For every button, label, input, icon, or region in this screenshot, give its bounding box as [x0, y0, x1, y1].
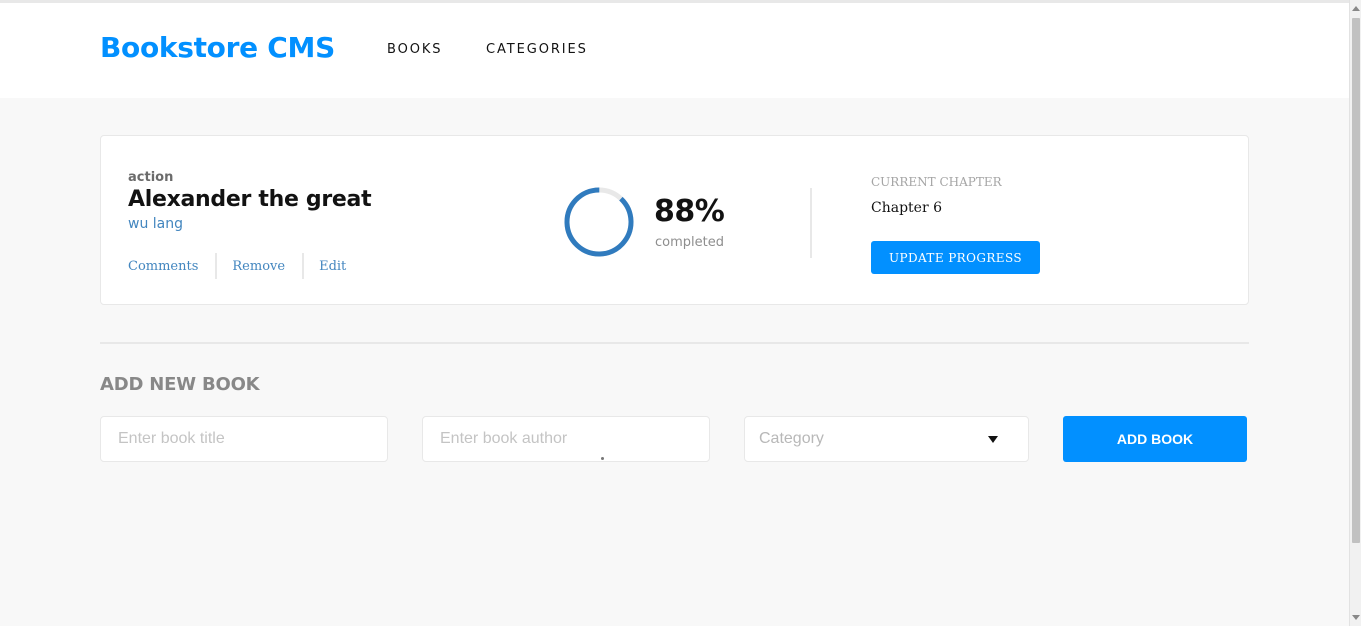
scrollbar-thumb[interactable]	[1352, 18, 1360, 543]
nav-link-categories[interactable]: CATEGORIES	[486, 42, 588, 57]
book-genre: action	[128, 170, 174, 185]
scroll-up-icon[interactable]	[1352, 6, 1360, 11]
remove-button[interactable]: Remove	[232, 259, 285, 274]
chevron-down-icon	[988, 436, 998, 443]
book-author-input[interactable]	[422, 416, 710, 462]
nav-link-books[interactable]: BOOKS	[387, 42, 442, 57]
progress-arc	[564, 187, 634, 257]
current-chapter-value: Chapter 6	[871, 200, 942, 216]
scroll-down-icon[interactable]	[1352, 615, 1360, 620]
site-header: Bookstore CMS BOOKS CATEGORIES	[0, 3, 1349, 98]
progress-completed-label: completed	[655, 235, 724, 250]
book-card: action Alexander the great wu lang Comme…	[100, 135, 1249, 305]
category-select-value: Category	[759, 430, 824, 447]
book-title-input[interactable]	[100, 416, 388, 462]
progress-indicator	[563, 186, 643, 260]
cursor-dot	[601, 457, 604, 460]
add-book-button[interactable]: ADD BOOK	[1063, 416, 1247, 462]
edit-button[interactable]: Edit	[319, 259, 346, 274]
book-actions: Comments Remove Edit	[128, 253, 346, 279]
add-book-heading: ADD NEW BOOK	[100, 374, 260, 395]
book-title: Alexander the great	[128, 187, 372, 212]
progress-percent: 88%	[654, 194, 725, 229]
action-divider	[215, 253, 218, 279]
scrollbar[interactable]	[1349, 0, 1361, 626]
logo[interactable]: Bookstore CMS	[100, 31, 335, 64]
action-divider	[302, 253, 305, 279]
progress-circle	[564, 187, 634, 257]
current-chapter-label: CURRENT CHAPTER	[871, 175, 1002, 189]
category-select[interactable]: Category	[744, 416, 1029, 462]
comments-button[interactable]: Comments	[128, 259, 198, 274]
vertical-divider	[810, 188, 812, 258]
section-divider	[100, 342, 1249, 344]
update-progress-button[interactable]: UPDATE PROGRESS	[871, 241, 1040, 274]
book-author[interactable]: wu lang	[128, 216, 183, 232]
